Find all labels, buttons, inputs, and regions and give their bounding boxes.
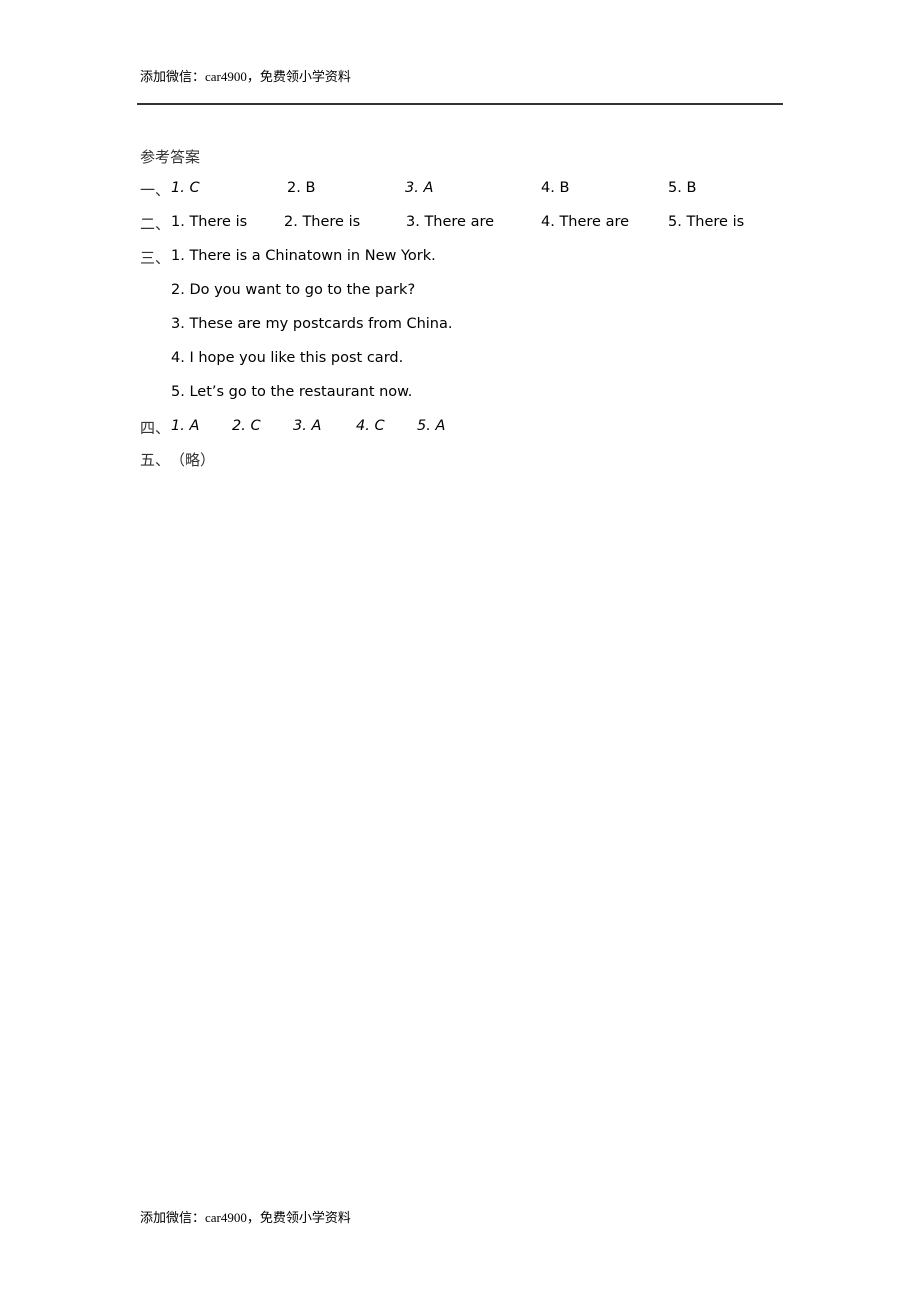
answer-key-title: 参考答案 bbox=[140, 150, 201, 166]
answer-sentence: 5. Let’s go to the restaurant now. bbox=[171, 384, 413, 400]
footer-text: 添加微信：car4900，免费领小学资料 bbox=[140, 1210, 351, 1225]
answer-item: 3. There are bbox=[406, 214, 495, 230]
answer-item: 4. C bbox=[356, 418, 385, 434]
answer-sentence: 1. There is a Chinatown in New York. bbox=[171, 248, 436, 264]
header-text: 添加微信：car4900，免费领小学资料 bbox=[140, 69, 351, 84]
answer-item: 1. There is bbox=[171, 214, 248, 230]
answer-item: 4. There are bbox=[541, 214, 630, 230]
answer-sentence: 2. Do you want to go to the park? bbox=[171, 282, 416, 298]
answer-item: 1. A bbox=[171, 418, 200, 434]
section-3-label: 三、 bbox=[140, 251, 171, 267]
section-1-label: 一、 bbox=[140, 183, 171, 199]
omitted-note: （略） bbox=[170, 453, 216, 469]
section-5-label: 五、 bbox=[140, 453, 171, 469]
answer-item: 2. C bbox=[232, 418, 261, 434]
answer-item: 3. A bbox=[293, 418, 322, 434]
header-divider bbox=[137, 103, 783, 105]
answer-item: 2. B bbox=[287, 180, 316, 196]
answer-item: 3. A bbox=[405, 180, 434, 196]
answer-item: 5. B bbox=[668, 180, 697, 196]
answer-item: 2. There is bbox=[284, 214, 361, 230]
section-4-label: 四、 bbox=[140, 421, 171, 437]
answer-item: 1. C bbox=[171, 180, 200, 196]
answer-item: 4. B bbox=[541, 180, 570, 196]
answer-item: 5. There is bbox=[668, 214, 745, 230]
section-2-label: 二、 bbox=[140, 217, 171, 233]
answer-item: 5. A bbox=[417, 418, 446, 434]
answer-sentence: 4. I hope you like this post card. bbox=[171, 350, 404, 366]
answer-sentence: 3. These are my postcards from China. bbox=[171, 316, 453, 332]
